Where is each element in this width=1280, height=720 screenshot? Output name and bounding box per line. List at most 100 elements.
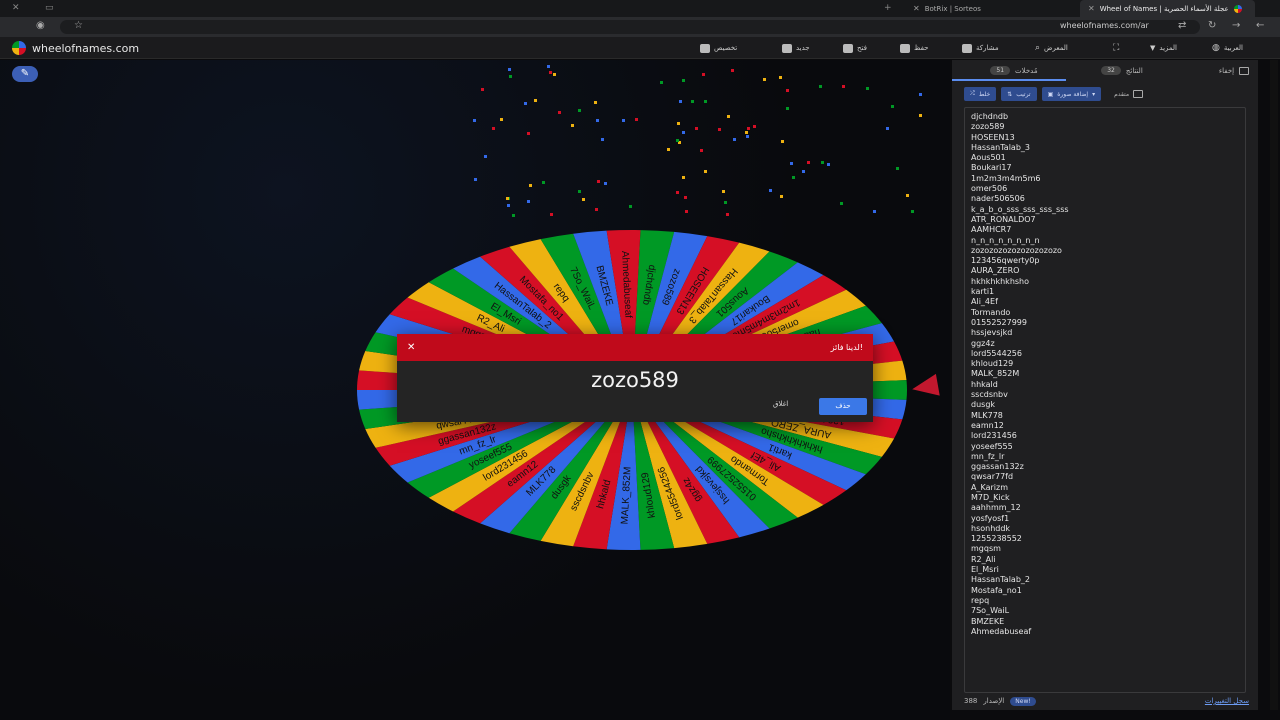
list-item: 7So_WaiL [971,606,1010,616]
nav-more[interactable]: ▼ المزيد [1150,37,1177,59]
tab-label: النتائج [1125,66,1143,75]
confetti-piece [747,126,751,130]
panel-footer: 388 الإصدار New! سجل التغييرات [964,694,1249,708]
nav-label: حفظ [914,44,929,52]
nav-language[interactable]: ◍ العربية [1212,37,1243,59]
confetti-piece [768,189,772,193]
logo[interactable]: wheelofnames.com [12,41,139,55]
confetti-piece [873,210,877,214]
list-item: Mostafa_no1 [971,585,1022,595]
confetti-piece [785,88,789,92]
tab-close-icon[interactable]: ✕ [1088,4,1095,13]
favicon-icon [1233,4,1242,13]
add-image-label: إضافة صورة [1057,90,1089,98]
confetti-piece [726,213,730,217]
active-tab-indicator [952,79,1066,81]
list-item: n_n_n_n_n_n_n_n [971,235,1040,245]
folder-icon [843,43,853,53]
nav-share[interactable]: مشاركة [962,37,999,59]
confetti-piece [549,70,553,74]
nav-label: فتح [857,44,867,52]
tab-hide[interactable]: 51 مُدخلات [960,60,1068,81]
nav-new[interactable]: جديد [782,37,810,59]
forward-icon[interactable]: → [1232,20,1240,31]
sort-icon: ⇅ [1007,90,1013,98]
list-item: 1255238552 [971,534,1022,544]
confetti-piece [819,84,823,88]
tab-title: BotRix | Sorteos [924,4,981,13]
confetti-piece [552,72,556,76]
list-item: M7D_Kick [971,492,1010,502]
confetti-piece [601,138,605,142]
tab-count: 51 [990,66,1011,75]
close-button[interactable]: اغلاق [773,400,788,408]
nav-label: جديد [796,44,810,52]
advanced-toggle[interactable]: متقدم [1114,90,1144,98]
add-image-button[interactable]: ▣ إضافة صورة ▾ [1041,87,1102,101]
checkbox-icon [1133,90,1144,98]
nav-save[interactable]: حفظ [900,37,929,59]
tab-wheel-of-names[interactable]: ✕ Wheel of Names | عجلة الأسماء الحصرية [1080,0,1255,17]
edit-button[interactable]: ✎ [12,66,38,82]
list-item: lord5544256 [971,348,1022,358]
nav-open[interactable]: فتح [843,37,867,59]
tab-results[interactable]: 32 النتائج [1082,60,1162,81]
shuffle-label: خلط [978,90,991,98]
tab-hide-toggle[interactable]: إخفاء [1210,60,1258,81]
entries-textarea[interactable]: djchdndb zozo589 HOSEEN13 HassanTalab_3 Aous… [964,107,1246,693]
address-bar[interactable] [60,20,1200,34]
confetti-piece [781,139,785,143]
shuffle-button[interactable]: ⤮ خلط [964,87,997,101]
logo-text: wheelofnames.com [32,41,140,55]
list-item: zozo589 [971,122,1005,132]
tab-botrix[interactable]: ✕ BotRix | Sorteos [905,0,1055,17]
new-badge: New! [1010,696,1036,706]
page-scrollbar[interactable] [1270,60,1278,710]
reload-icon[interactable]: ↻ [1208,20,1216,31]
confetti-piece [571,124,575,128]
confetti-piece [603,182,607,186]
url-text[interactable]: wheelofnames.com/ar [1060,21,1149,30]
list-item: qwsar77fd [971,472,1014,482]
nav-fullscreen[interactable]: ⛶ [1113,37,1119,59]
star-icon[interactable]: ☆ [74,20,83,31]
remove-button[interactable]: حذف [819,398,867,415]
winner-name: zozo589 [591,368,679,392]
wheel-pointer-icon [910,373,940,401]
new-tab-icon[interactable]: + [884,3,892,13]
confetti-piece [597,179,601,183]
confetti-piece [533,98,537,102]
confetti-piece [745,131,749,135]
app-window: ✕ ▭ + ✕ BotRix | Sorteos ✕ Wheel of Name… [0,0,1280,720]
changelog-link[interactable]: سجل التغييرات [1205,697,1249,705]
chevron-down-icon: ▼ [1150,44,1156,52]
back-icon[interactable]: ← [1256,20,1264,31]
confetti-piece [911,210,915,214]
confetti-piece [684,195,688,199]
list-item: dusgk [971,400,996,410]
tab-label: مُدخلات [1015,66,1038,75]
tune-icon[interactable]: ⇄ [1178,20,1186,31]
confetti-piece [780,195,784,199]
confetti-piece [676,121,680,125]
browser-tab-bar: ✕ ▭ + ✕ BotRix | Sorteos ✕ Wheel of Name… [0,0,1280,17]
confetti-piece [792,175,796,179]
confetti-piece [790,162,794,166]
nav-customize[interactable]: تخصيص [700,37,737,59]
confetti-piece [763,77,767,81]
list-item: HassanTalab_2 [971,575,1030,585]
restore-window-icon[interactable]: ▭ [45,3,54,13]
tab-close-icon[interactable]: ✕ [913,4,920,13]
confetti-piece [886,127,890,131]
close-window-icon[interactable]: ✕ [12,3,20,13]
nav-gallery[interactable]: ⌕ المعرض [1035,37,1068,59]
list-item: mn_fz_lr [971,451,1005,461]
confetti-piece [483,155,487,159]
confetti-piece [550,212,554,216]
sort-button[interactable]: ⇅ ترتيب [1001,87,1037,101]
confetti-piece [628,204,632,208]
list-item: HassanTalab_3 [971,142,1030,152]
eye-icon[interactable]: ◉ [36,20,45,31]
close-icon[interactable]: ✕ [407,342,415,353]
list-item: djchdndb [971,112,1009,121]
